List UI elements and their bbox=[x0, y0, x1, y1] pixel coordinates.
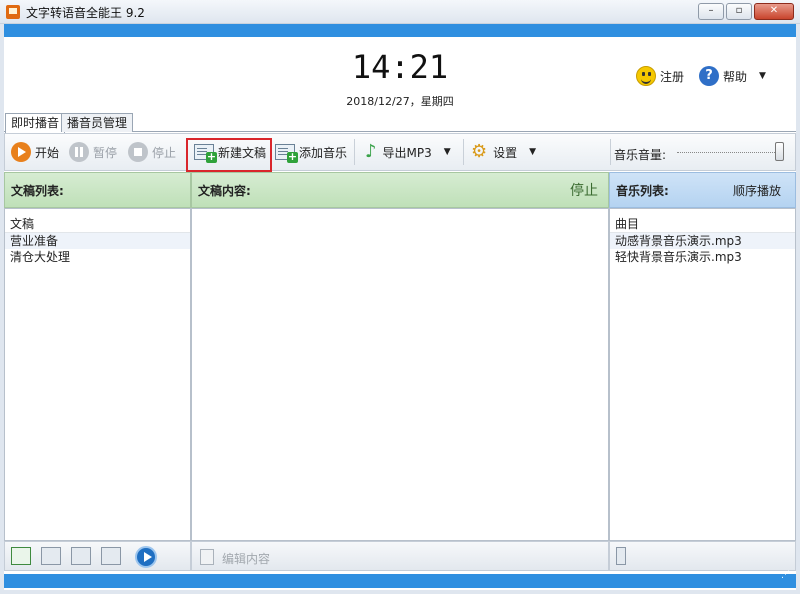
list-item[interactable]: 动感背景音乐演示.mp3 bbox=[610, 233, 795, 249]
add-music-label: 添加音乐 bbox=[299, 145, 348, 160]
play-icon[interactable] bbox=[135, 546, 157, 568]
doc-list-title: 文稿列表: bbox=[11, 184, 64, 198]
doc-list-actions bbox=[4, 541, 191, 571]
move-up-icon[interactable] bbox=[71, 547, 91, 565]
export-mp3-button[interactable]: ♪ 导出MP3 ▼ bbox=[365, 142, 451, 162]
pause-icon bbox=[69, 142, 89, 162]
doc-content-actions: 编辑内容 bbox=[191, 541, 609, 571]
list-item[interactable]: 清仓大处理 bbox=[5, 249, 190, 265]
clock-time: 14:21 bbox=[351, 48, 449, 86]
window-title: 文字转语音全能王 9.2 bbox=[26, 6, 145, 20]
edit-content-button[interactable]: 编辑内容 bbox=[222, 550, 270, 567]
toolbar-divider bbox=[463, 139, 464, 165]
close-button[interactable]: ✕ bbox=[754, 3, 794, 20]
music-list-pane: 曲目 动感背景音乐演示.mp3 轻快背景音乐演示.mp3 bbox=[609, 208, 796, 541]
new-document-highlight bbox=[186, 138, 272, 172]
music-list-title: 音乐列表: bbox=[616, 184, 669, 198]
register-link[interactable]: 注册 bbox=[636, 66, 684, 86]
chevron-down-icon: ▼ bbox=[443, 147, 451, 157]
stop-label: 停止 bbox=[152, 145, 177, 160]
doc-list-pane: 文稿 营业准备 清仓大处理 bbox=[4, 208, 191, 541]
music-volume-slider-thumb[interactable] bbox=[775, 142, 784, 161]
smiley-icon bbox=[636, 66, 656, 86]
stop-button[interactable]: 停止 bbox=[128, 142, 176, 162]
doc-list-column-header: 文稿 bbox=[5, 215, 190, 233]
main-tabs: 即时播音 播音员管理 bbox=[0, 112, 800, 133]
playback-status: 停止 bbox=[570, 183, 598, 199]
window-controls: – ▫ ✕ bbox=[696, 3, 794, 20]
doc-content-title: 文稿内容: bbox=[198, 184, 251, 198]
toolbar-divider bbox=[610, 139, 611, 165]
pause-label: 暂停 bbox=[93, 145, 118, 160]
doc-list-header: 文稿列表: bbox=[4, 172, 191, 208]
chevron-down-icon: ▼ bbox=[759, 71, 766, 81]
add-music-button[interactable]: + 添加音乐 bbox=[275, 142, 348, 163]
music-list-header: 音乐列表: 顺序播放 bbox=[609, 172, 796, 208]
status-bar: ⋰ bbox=[4, 570, 796, 588]
start-label: 开始 bbox=[35, 145, 60, 160]
move-down-icon[interactable] bbox=[101, 547, 121, 565]
gear-icon: ⚙ bbox=[471, 141, 488, 162]
title-bar: 文字转语音全能王 9.2 – ▫ ✕ bbox=[0, 0, 800, 24]
help-icon: ? bbox=[699, 66, 719, 86]
music-action-icon[interactable] bbox=[616, 547, 626, 565]
register-label: 注册 bbox=[660, 69, 685, 84]
start-button[interactable]: 开始 bbox=[11, 142, 59, 162]
music-list-actions bbox=[609, 541, 796, 571]
add-document-icon[interactable] bbox=[11, 547, 31, 565]
maximize-button[interactable]: ▫ bbox=[726, 3, 752, 20]
play-icon bbox=[11, 142, 31, 162]
export-mp3-label: 导出MP3 bbox=[382, 145, 432, 160]
app-logo-icon bbox=[6, 5, 20, 19]
clock-date: 2018/12/27，星期四 bbox=[346, 95, 454, 108]
settings-label: 设置 bbox=[493, 145, 518, 160]
delete-document-icon[interactable] bbox=[41, 547, 61, 565]
tab-announcer-management[interactable]: 播音员管理 bbox=[61, 113, 134, 132]
music-note-icon: ♪ bbox=[365, 141, 377, 162]
music-list-column-header: 曲目 bbox=[610, 215, 795, 233]
add-music-icon: + bbox=[275, 144, 298, 163]
edit-document-icon bbox=[200, 549, 214, 565]
help-label: 帮助 bbox=[723, 69, 748, 84]
music-volume-label: 音乐音量: bbox=[614, 148, 667, 162]
list-item[interactable]: 营业准备 bbox=[5, 233, 190, 249]
resize-grip-icon[interactable]: ⋰ bbox=[781, 570, 790, 580]
chevron-down-icon: ▼ bbox=[529, 147, 537, 157]
stop-icon bbox=[128, 142, 148, 162]
settings-button[interactable]: ⚙ 设置 ▼ bbox=[471, 142, 536, 162]
header-accent-strip bbox=[4, 24, 796, 37]
minimize-button[interactable]: – bbox=[698, 3, 724, 20]
toolbar-divider bbox=[354, 139, 355, 165]
pause-button[interactable]: 暂停 bbox=[69, 142, 117, 162]
play-mode-selector[interactable]: 顺序播放 bbox=[733, 173, 781, 209]
tab-live-broadcast[interactable]: 即时播音 bbox=[5, 113, 66, 133]
music-volume-slider-track[interactable] bbox=[677, 152, 779, 153]
help-menu[interactable]: ? 帮助 ▼ bbox=[699, 66, 766, 86]
doc-content-pane[interactable] bbox=[191, 208, 609, 541]
list-item[interactable]: 轻快背景音乐演示.mp3 bbox=[610, 249, 795, 265]
doc-content-header: 文稿内容: 停止 bbox=[191, 172, 609, 208]
